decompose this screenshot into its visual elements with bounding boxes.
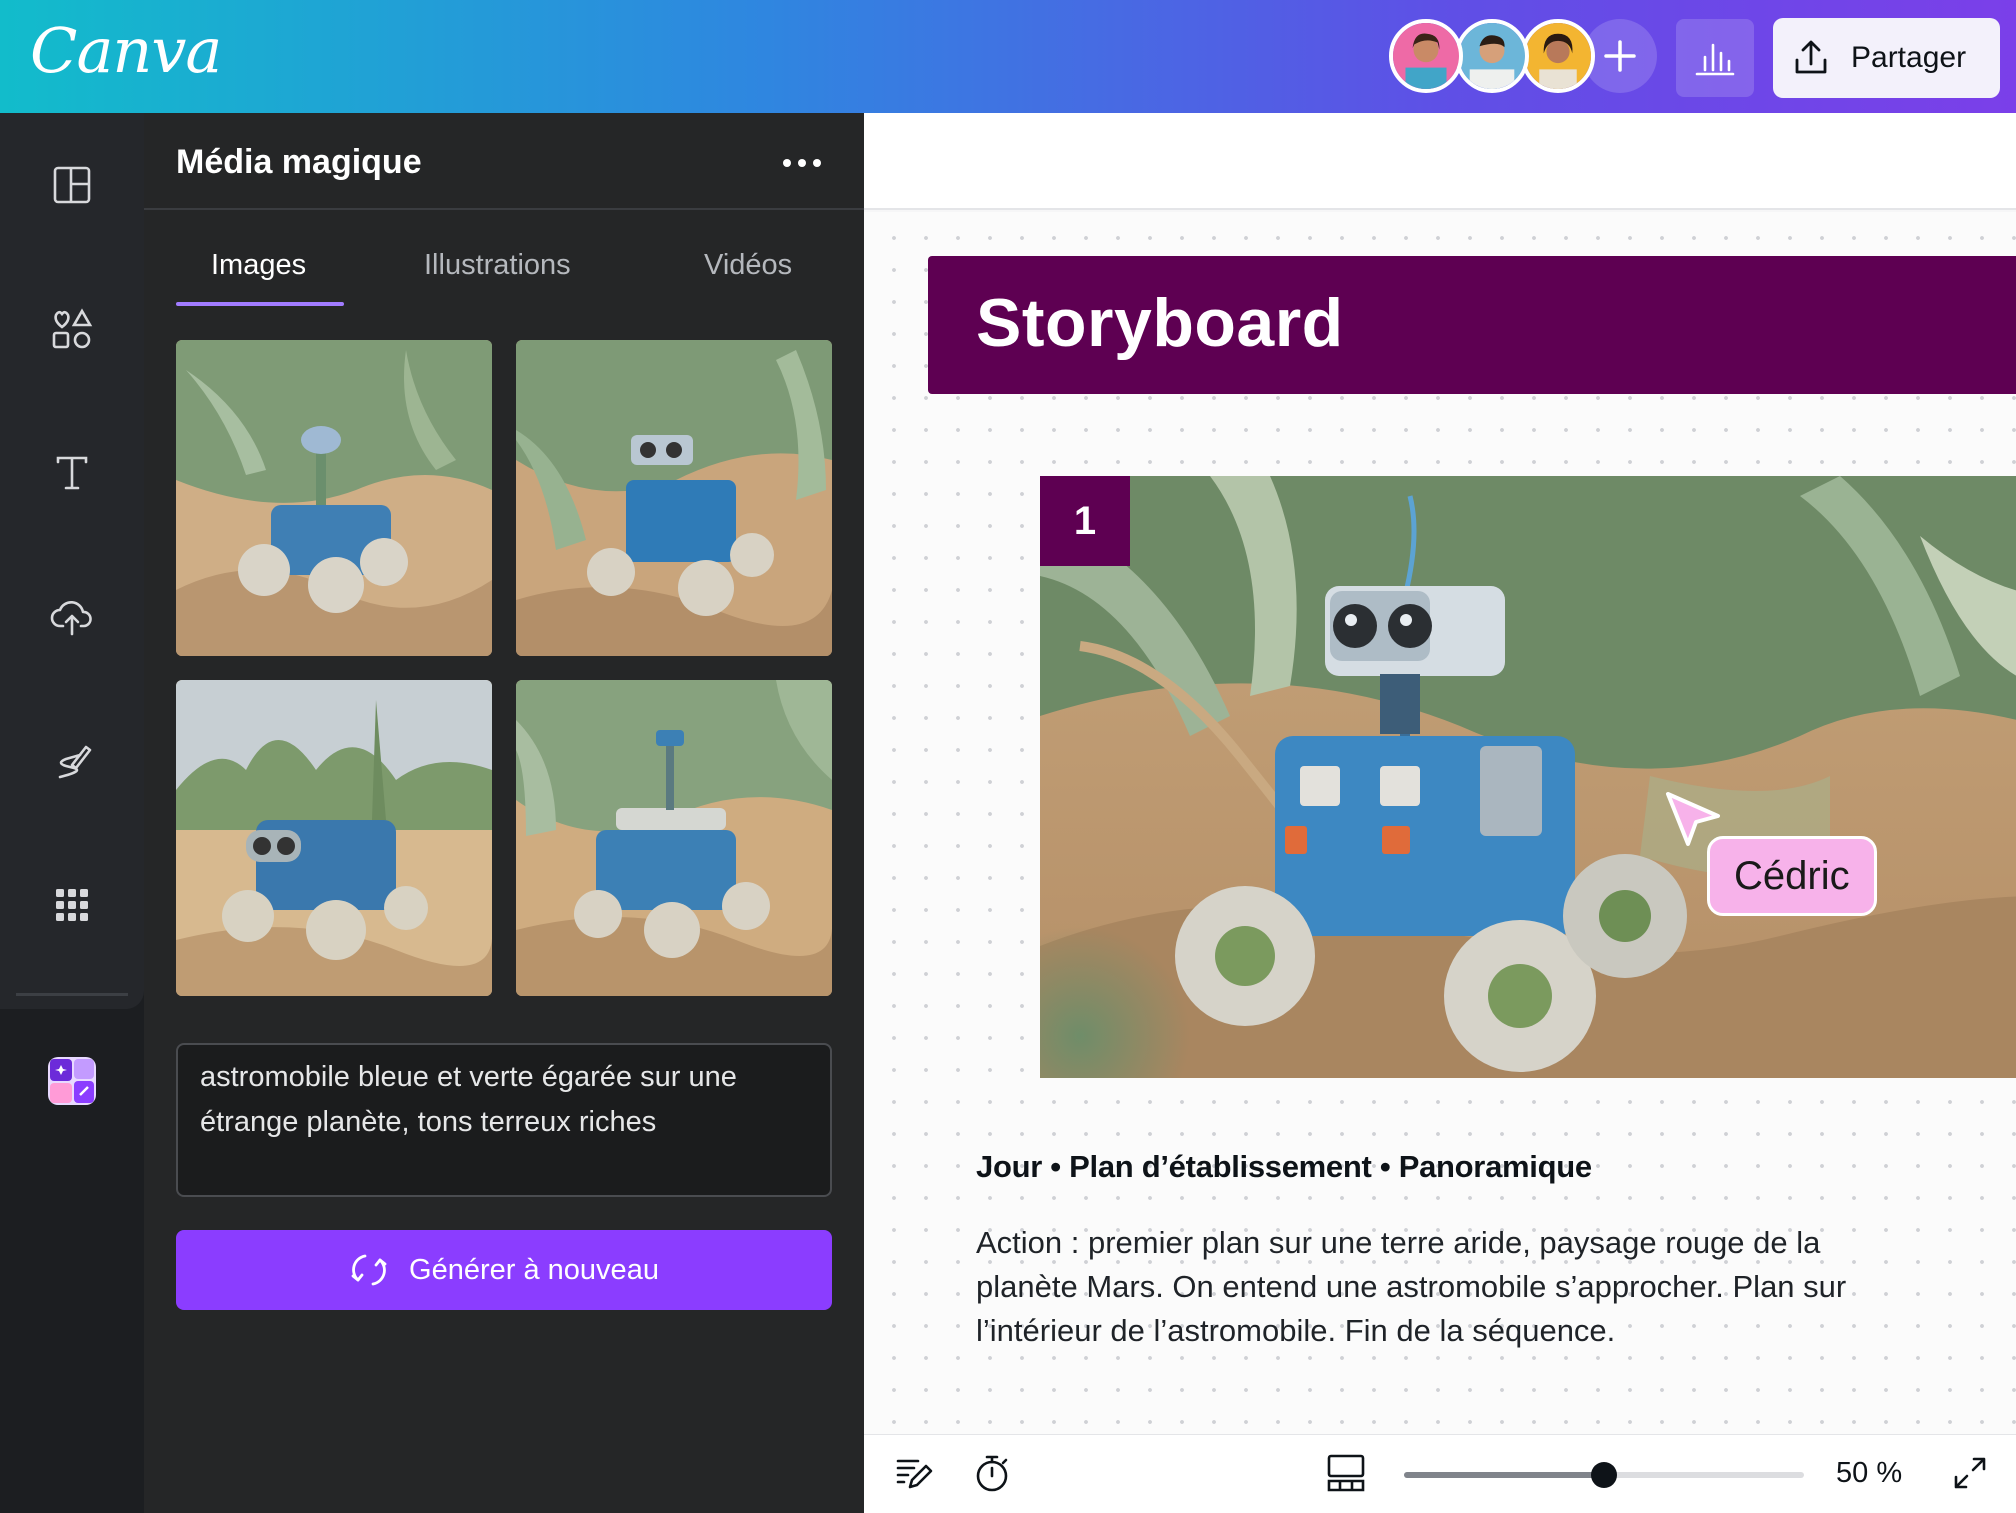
prompt-textarea[interactable]: astromobile bleue et verte égarée sur un… bbox=[176, 1043, 832, 1197]
scene-number-badge: 1 bbox=[1040, 476, 1130, 566]
collaborator-cursor-label: Cédric bbox=[1707, 836, 1877, 916]
rail-item-design[interactable] bbox=[44, 157, 100, 213]
collaborator-avatar[interactable] bbox=[1521, 19, 1595, 93]
tab-videos[interactable]: Vidéos bbox=[704, 249, 792, 282]
rail-item-uploads[interactable] bbox=[44, 589, 100, 645]
bar-chart-icon bbox=[1695, 43, 1735, 76]
result-image[interactable] bbox=[176, 340, 492, 656]
timer-button[interactable] bbox=[968, 1449, 1016, 1497]
tab-images[interactable]: Images bbox=[211, 249, 306, 282]
rail-item-apps[interactable] bbox=[44, 877, 100, 933]
rail-item-elements[interactable] bbox=[44, 301, 100, 357]
regenerate-button[interactable]: Générer à nouveau bbox=[176, 1230, 832, 1310]
zoom-slider-fill bbox=[1404, 1472, 1604, 1478]
panel-title: Média magique bbox=[176, 143, 422, 181]
result-image[interactable] bbox=[516, 340, 832, 656]
more-dots-icon bbox=[783, 159, 791, 167]
design-layout-icon bbox=[53, 166, 91, 204]
page-title[interactable]: Storyboard bbox=[976, 284, 1344, 362]
active-tab-indicator bbox=[176, 302, 344, 306]
notes-pencil-icon bbox=[896, 1459, 933, 1489]
result-image[interactable] bbox=[176, 680, 492, 996]
share-label: Partager bbox=[1851, 41, 1967, 74]
expand-icon bbox=[1954, 1457, 1986, 1489]
result-image[interactable] bbox=[516, 680, 832, 996]
elements-icon bbox=[52, 308, 93, 349]
rail-divider bbox=[16, 993, 128, 996]
scene-description[interactable]: Action : premier plan sur une terre arid… bbox=[976, 1221, 1906, 1353]
rail-item-draw[interactable] bbox=[44, 733, 100, 789]
canva-logo[interactable]: Canva bbox=[30, 14, 222, 87]
collaborator-avatar[interactable] bbox=[1389, 19, 1463, 93]
share-button[interactable]: Partager bbox=[1773, 18, 2000, 98]
fullscreen-button[interactable] bbox=[1946, 1449, 1994, 1497]
scene-heading[interactable]: Jour • Plan d’établissement • Panoramiqu… bbox=[976, 1149, 1592, 1185]
rail-item-magic-media[interactable] bbox=[44, 1053, 100, 1109]
refresh-icon bbox=[351, 1254, 387, 1286]
upload-cloud-icon bbox=[50, 600, 92, 636]
top-bar: Canva Partager bbox=[0, 0, 2016, 113]
timer-icon bbox=[976, 1455, 1008, 1492]
notes-button[interactable] bbox=[890, 1449, 938, 1497]
bottom-bar: 50 % bbox=[864, 1434, 2016, 1513]
editor-canvas: Storyboard 1 Cédric Jour • Plan d’établi… bbox=[864, 113, 2016, 1513]
rail-item-text[interactable] bbox=[44, 445, 100, 501]
scene-image[interactable] bbox=[1040, 476, 2016, 1078]
zoom-slider-handle[interactable] bbox=[1591, 1462, 1617, 1488]
title-banner[interactable]: Storyboard bbox=[928, 256, 2016, 394]
magic-media-panel: Média magique Images Illustrations Vidéo… bbox=[144, 113, 864, 1513]
rail-tools-group bbox=[0, 113, 144, 1009]
apps-grid-icon bbox=[56, 889, 88, 921]
share-upload-icon bbox=[1795, 40, 1827, 74]
zoom-level[interactable]: 50 % bbox=[1836, 1457, 1902, 1490]
more-dots-icon bbox=[813, 159, 821, 167]
canvas-toolbar bbox=[864, 113, 2016, 210]
draw-icon bbox=[58, 745, 92, 779]
magic-media-app-icon bbox=[48, 1057, 96, 1105]
design-page[interactable]: Storyboard 1 Cédric Jour • Plan d’établi… bbox=[864, 212, 2016, 1434]
side-rail bbox=[0, 113, 144, 1513]
collaborator-avatar[interactable] bbox=[1455, 19, 1529, 93]
panel-header: Média magique bbox=[144, 113, 864, 210]
regenerate-label: Générer à nouveau bbox=[409, 1253, 659, 1286]
tab-illustrations[interactable]: Illustrations bbox=[424, 249, 571, 282]
plus-icon bbox=[1604, 40, 1636, 72]
more-options-button[interactable] bbox=[772, 143, 832, 183]
insights-button[interactable] bbox=[1676, 19, 1754, 97]
page-grid-icon bbox=[1327, 1454, 1365, 1492]
more-dots-icon bbox=[798, 159, 806, 167]
page-view-button[interactable] bbox=[1322, 1449, 1370, 1497]
text-icon bbox=[56, 456, 88, 490]
